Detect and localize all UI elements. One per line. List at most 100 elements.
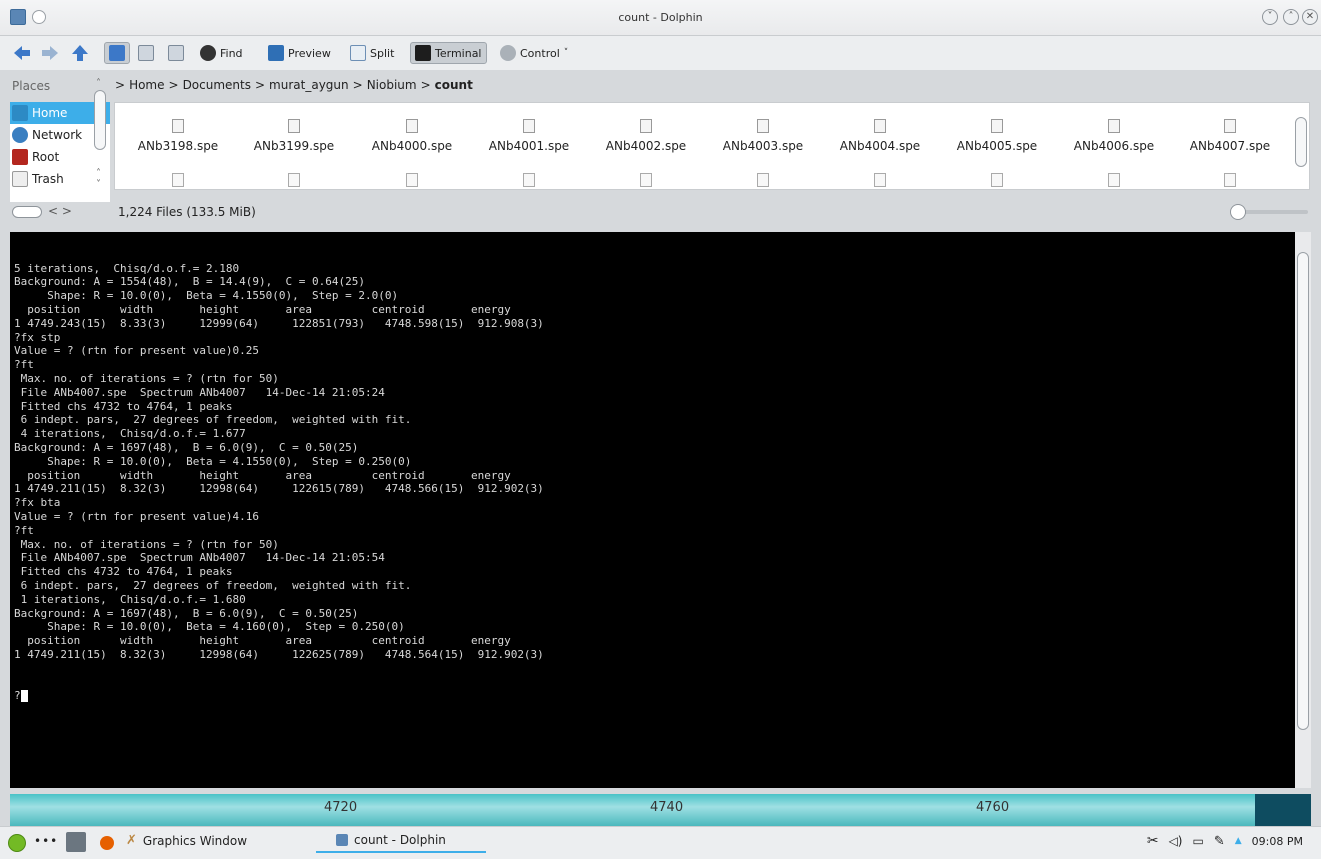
find-button[interactable]: Find	[196, 42, 247, 64]
file-item-next-row[interactable]	[357, 173, 467, 187]
more-apps-icon[interactable]: •••	[34, 834, 58, 848]
system-tray: ✂ ◁) ▭ ✎ ▲ 09:08 PM	[1147, 833, 1303, 849]
file-item-next-row[interactable]	[123, 173, 233, 187]
terminal-prompt-line[interactable]: ?	[14, 689, 1311, 703]
file-item[interactable]: ANb4007.spe	[1175, 119, 1285, 153]
terminal-line: Shape: R = 10.0(0), Beta = 4.160(0), Ste…	[14, 620, 405, 634]
firefox-icon[interactable]	[100, 836, 114, 850]
places-item-root[interactable]: Root	[10, 146, 110, 168]
file-item-next-row[interactable]	[708, 173, 818, 187]
terminal-line: position width height area centroid ener…	[14, 634, 511, 648]
terminal-line: Background: A = 1554(48), B = 14.4(9), C…	[14, 275, 365, 289]
status-text: 1,224 Files (133.5 MiB)	[118, 205, 256, 219]
breadcrumb-item-documents[interactable]: Documents	[183, 78, 251, 92]
spe-file-icon	[288, 119, 300, 133]
minimize-icon[interactable]: ˅	[1262, 9, 1278, 25]
window-titlebar: count - Dolphin ˅ ˄ ✕	[0, 0, 1321, 36]
spe-file-icon	[523, 119, 535, 133]
compact-view-button[interactable]	[134, 42, 160, 64]
terminal-button[interactable]: Terminal	[410, 42, 487, 64]
terminal-panel[interactable]: 5 iterations, Chisq/d.o.f.= 2.180 Backgro…	[10, 232, 1311, 788]
file-item-next-row[interactable]	[474, 173, 584, 187]
network-tray-icon[interactable]: ✎	[1214, 834, 1225, 849]
file-view-scrollbar[interactable]	[1295, 117, 1307, 167]
icons-view-button[interactable]	[104, 42, 130, 64]
file-icon	[288, 173, 300, 187]
clock[interactable]: 09:08 PM	[1252, 835, 1303, 848]
axis-label-4720: 4720	[324, 800, 358, 815]
file-item[interactable]: ANb4003.spe	[708, 119, 818, 153]
terminal-line: 6 indept. pars, 27 degrees of freedom, w…	[14, 413, 412, 427]
file-icon	[757, 173, 769, 187]
file-item[interactable]: ANb4001.spe	[474, 119, 584, 153]
volume-icon[interactable]: ◁)	[1169, 834, 1183, 848]
file-icon	[874, 173, 886, 187]
details-view-button[interactable]	[164, 42, 190, 64]
preview-button[interactable]: Preview	[264, 42, 335, 64]
close-icon[interactable]: ✕	[1302, 9, 1318, 25]
terminal-line: Shape: R = 10.0(0), Beta = 4.1550(0), St…	[14, 289, 399, 303]
network-icon	[12, 127, 28, 143]
spe-file-icon	[640, 119, 652, 133]
terminal-line: Value = ? (rtn for present value)0.25	[14, 344, 260, 358]
file-item-next-row[interactable]	[825, 173, 935, 187]
spe-file-icon	[1224, 119, 1236, 133]
places-item-trash[interactable]: Trash	[10, 168, 110, 190]
breadcrumb-current[interactable]: count	[435, 78, 473, 92]
tray-expand-icon[interactable]: ▲	[1235, 836, 1242, 846]
file-item[interactable]: ANb4000.spe	[357, 119, 467, 153]
dolphin-icon	[336, 834, 348, 846]
file-icon	[1108, 173, 1120, 187]
breadcrumb-item-home[interactable]: Home	[129, 78, 164, 92]
axis-label-4760: 4760	[976, 800, 1010, 815]
terminal-line: 1 4749.211(15) 8.32(3) 12998(64) 122625(…	[14, 647, 544, 661]
task-graphics-window[interactable]: ✗ Graphics Window	[126, 833, 247, 848]
breadcrumb-item-niobium[interactable]: Niobium	[367, 78, 417, 92]
places-scroll-arrows-icon[interactable]: ˄ ˅	[96, 168, 101, 190]
terminal-line: ?fx stp	[14, 330, 61, 344]
maximize-icon[interactable]: ˄	[1283, 9, 1299, 25]
terminal-output: 5 iterations, Chisq/d.o.f.= 2.180 Backgro…	[14, 262, 1311, 662]
terminal-line: position width height area centroid ener…	[14, 468, 511, 482]
file-item-next-row[interactable]	[239, 173, 349, 187]
file-item[interactable]: ANb4004.spe	[825, 119, 935, 153]
file-icon	[1224, 173, 1236, 187]
binoculars-icon	[200, 45, 216, 61]
back-arrow-icon[interactable]	[12, 44, 32, 62]
terminal-cursor	[20, 690, 28, 703]
terminal-scrollbar[interactable]	[1295, 232, 1311, 788]
graphics-window-edge	[1255, 794, 1311, 826]
file-item[interactable]: ANb4005.spe	[942, 119, 1052, 153]
battery-icon[interactable]: ▭	[1193, 834, 1204, 848]
task-dolphin[interactable]: count - Dolphin	[316, 833, 486, 853]
file-item-next-row[interactable]	[1059, 173, 1169, 187]
terminal-line: ?ft	[14, 523, 34, 537]
file-item-next-row[interactable]	[942, 173, 1052, 187]
control-button[interactable]: Control ˅	[496, 42, 572, 64]
file-icon	[523, 173, 535, 187]
forward-arrow-icon[interactable]	[40, 44, 60, 62]
breadcrumb-item-user[interactable]: murat_aygun	[269, 78, 349, 92]
up-arrow-icon[interactable]	[70, 44, 90, 62]
split-button[interactable]: Split	[346, 42, 398, 64]
taskbar: ••• ✗ Graphics Window count - Dolphin ✂ ◁…	[0, 826, 1321, 859]
terminal-prompt: ?	[14, 689, 21, 703]
zoom-slider-handle[interactable]	[1230, 204, 1246, 220]
file-item[interactable]: ANb4002.spe	[591, 119, 701, 153]
location-bar: Places ˄ > Home > Documents > murat_aygu…	[0, 72, 1321, 100]
start-menu-icon[interactable]	[8, 834, 26, 852]
compact-view-icon	[138, 45, 154, 61]
file-item[interactable]: ANb3199.spe	[239, 119, 349, 153]
file-item[interactable]: ANb3198.spe	[123, 119, 233, 153]
terminal-line: 1 iterations, Chisq/d.o.f.= 1.680	[14, 592, 246, 606]
terminal-scrollbar-thumb[interactable]	[1297, 252, 1309, 730]
places-scroll-up-icon[interactable]: ˄	[96, 78, 101, 89]
places-scrollbar[interactable]	[94, 90, 106, 150]
desktop-icon[interactable]	[66, 832, 86, 852]
file-item-next-row[interactable]	[591, 173, 701, 187]
file-item[interactable]: ANb4006.spe	[1059, 119, 1169, 153]
trash-icon	[12, 171, 28, 187]
icons-view-icon	[109, 45, 125, 61]
klipper-icon[interactable]: ✂	[1147, 833, 1159, 849]
file-item-next-row[interactable]	[1175, 173, 1285, 187]
